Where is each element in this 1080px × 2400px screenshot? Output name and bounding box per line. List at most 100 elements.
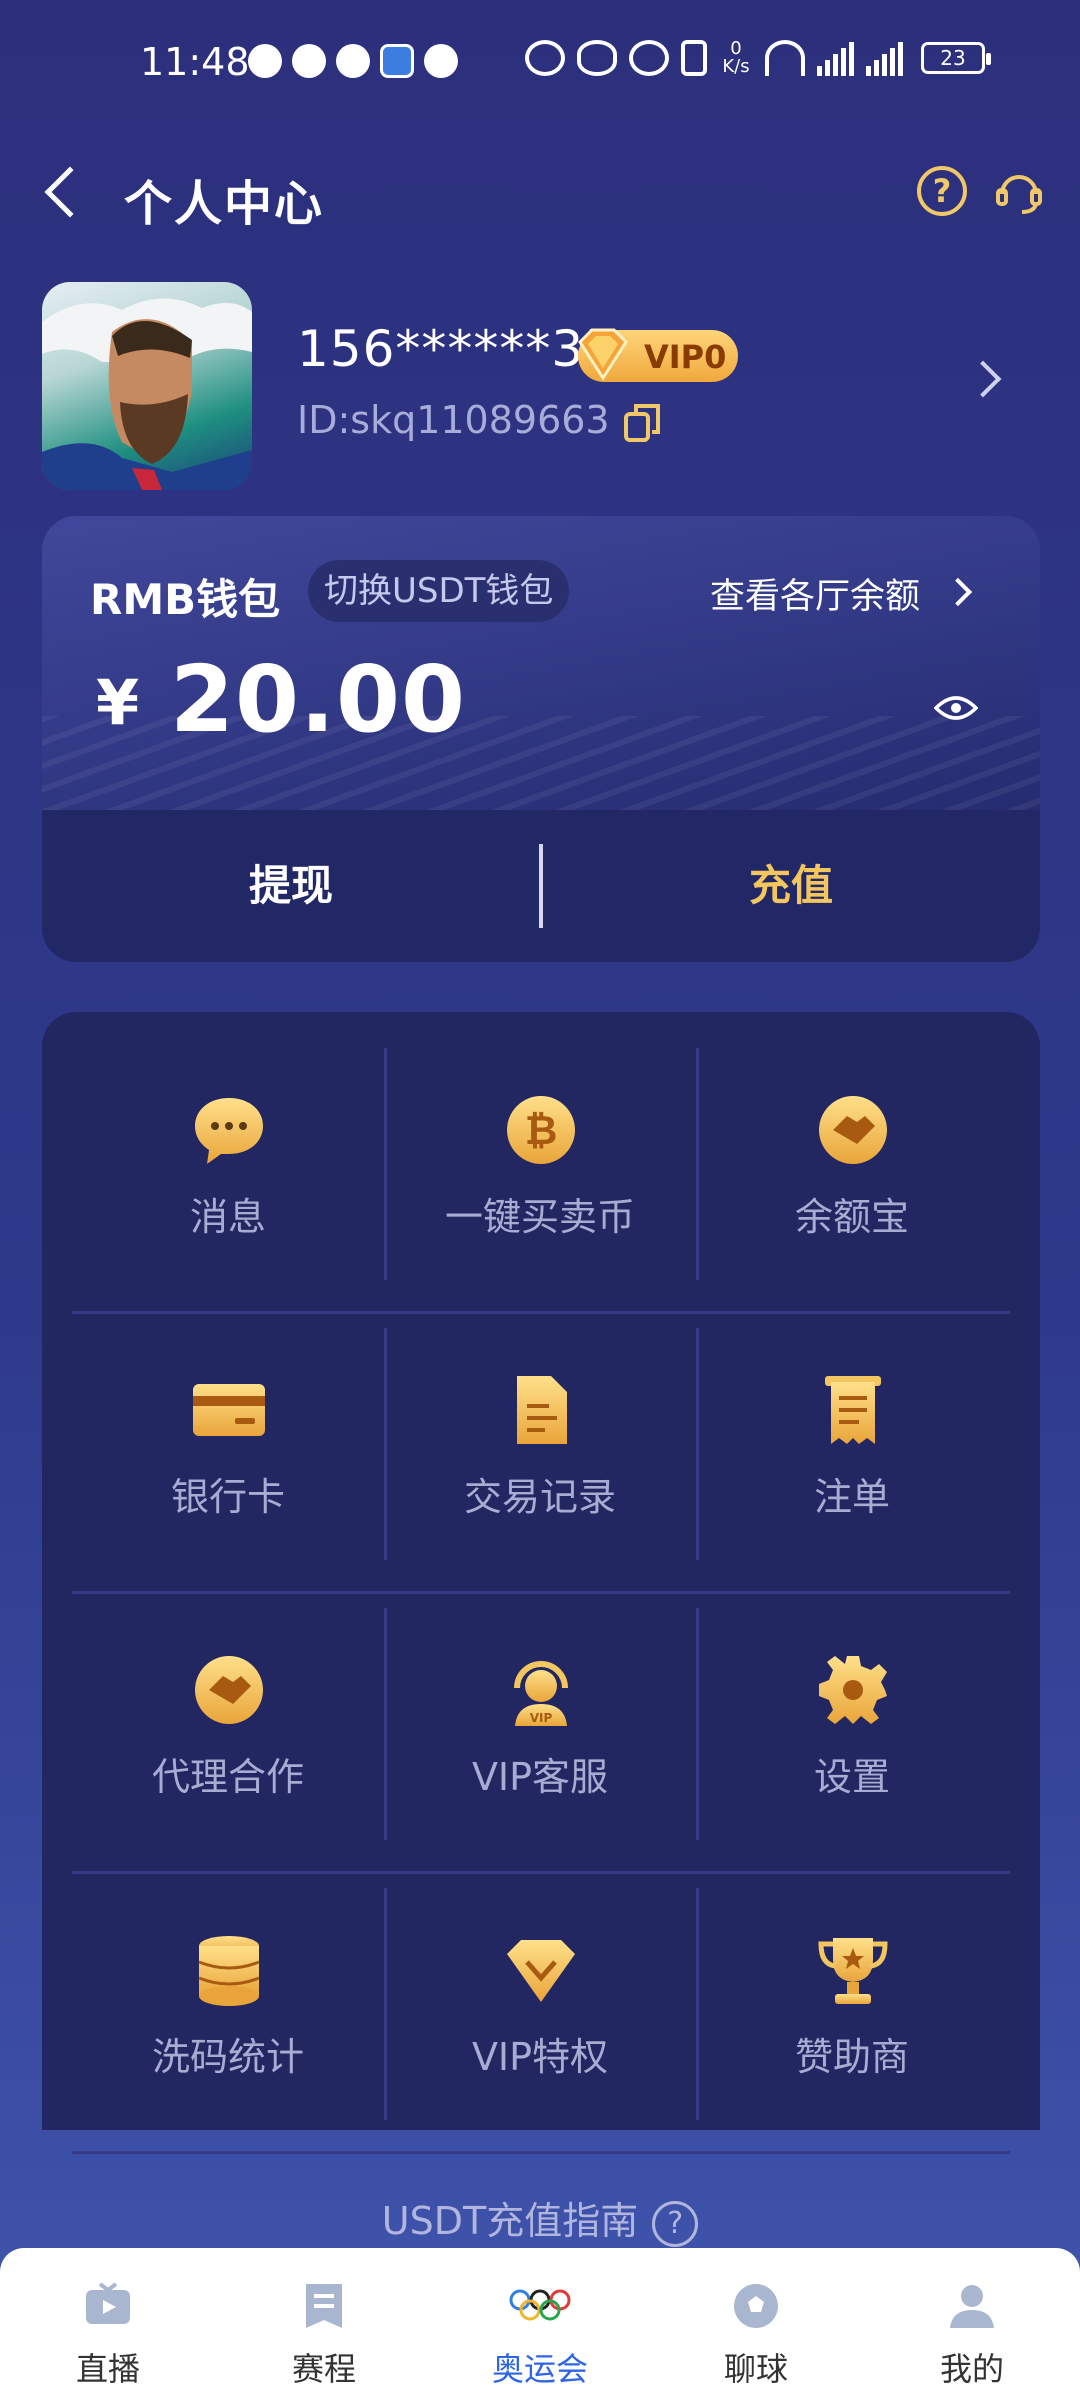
menu-label: VIP客服 [471,1755,609,1799]
nav-label: 聊球 [723,2350,788,2388]
receipt-icon [825,1376,881,1444]
menu-label: 设置 [813,1755,890,1799]
gear-icon [819,1656,887,1724]
nav-item-olympics[interactable]: 奥运会 [432,2248,648,2400]
nav-item-schedule[interactable]: 赛程 [216,2248,432,2400]
menu-card: 消息 ₿ 一键买卖币 余额宝 银行卡 交易记录 注单 代理合作 VIP VIP客… [42,1012,1040,2154]
svg-text:₿: ₿ [525,1108,558,1154]
wallet-balance: 20.00 [170,646,467,753]
handshake-icon [819,1096,887,1164]
nav-label: 赛程 [291,2350,356,2388]
menu-item-vip-support[interactable]: VIP VIP客服 [384,1594,696,1872]
coin-stack-icon [198,1936,260,2006]
chat-notification-icon [248,44,282,78]
wallet-card: RMB钱包 切换USDT钱包 查看各厅余额 ¥ 20.00 提现 充值 [42,516,1040,962]
signal-5g-icon [817,40,854,76]
nav-item-chat[interactable]: 聊球 [648,2248,864,2400]
menu-label: VIP特权 [471,2035,609,2079]
menu-item-bets[interactable]: 注单 [696,1314,1008,1592]
page-title: 个人中心 [124,176,325,232]
bank-card-icon [193,1384,265,1436]
menu-item-rebate-stats[interactable]: 洗码统计 [72,1874,384,2152]
schedule-icon [306,2284,342,2328]
help-circle-icon: ? [652,2200,699,2247]
menu-label: 交易记录 [463,1475,616,1519]
olympic-rings-icon [509,2289,571,2321]
nav-label: 奥运会 [491,2350,588,2388]
menu-item-trade-coin[interactable]: ₿ 一键买卖币 [384,1034,696,1312]
menu-label: 一键买卖币 [444,1195,635,1239]
bitcoin-icon: ₿ [507,1096,575,1164]
menu-label: 洗码统计 [151,2035,304,2079]
eye-status-icon [577,40,617,76]
profile-chevron-icon[interactable] [964,360,1002,398]
check-balances-link[interactable]: 查看各厅余额 [710,568,920,619]
switch-wallet-button[interactable]: 切换USDT钱包 [308,560,570,622]
nav-item-live[interactable]: 直播 [0,2248,216,2400]
diamond-icon [507,1940,575,2002]
menu-label: 代理合作 [151,1755,304,1799]
menu-item-sponsors[interactable]: 赞助商 [696,1874,1008,2152]
document-icon [517,1376,567,1444]
menu-row: 银行卡 交易记录 注单 [72,1314,1010,1594]
handshake-icon [195,1656,263,1724]
help-icon[interactable]: ? [917,166,967,216]
menu-item-bank-card[interactable]: 银行卡 [72,1314,384,1592]
withdraw-button[interactable]: 提现 [42,810,540,962]
avatar-illustration [42,298,252,490]
wifi-icon [765,40,805,76]
copy-icon[interactable] [622,402,662,444]
qq-notification-icon [336,44,370,78]
battery-icon: 23 [921,42,991,74]
nav-label: 直播 [75,2350,140,2388]
wallet-name: RMB钱包 [90,575,281,624]
eye-icon[interactable] [934,694,978,722]
nav-label: 我的 [939,2350,1004,2388]
vibrate-icon [681,40,707,76]
guide-label: USDT充值指南 [381,2199,639,2243]
wallet-balance-panel: RMB钱包 切换USDT钱包 查看各厅余额 ¥ 20.00 [42,516,1040,810]
browser-notification-icon [380,44,414,78]
svg-text:VIP: VIP [530,1711,553,1725]
nav-item-mine[interactable]: 我的 [864,2248,1080,2400]
net-speed: 0 K/s [722,38,750,77]
chevron-right-icon [943,577,973,607]
avatar[interactable] [42,282,252,490]
back-arrow-icon[interactable] [44,166,96,218]
vip-diamond-icon [578,328,628,381]
wechat-notification-icon-2 [424,44,458,78]
football-icon [734,2284,778,2328]
menu-item-vip-privileges[interactable]: VIP特权 [384,1874,696,2152]
wechat-notification-icon [292,44,326,78]
menu-label: 消息 [189,1195,266,1239]
signal-4g-icon [866,40,903,76]
customer-service-icon[interactable] [994,166,1044,216]
message-icon [195,1098,263,1164]
live-tv-icon [86,2282,130,2324]
vip-level: VIP0 [644,338,727,376]
speedometer-icon [525,40,565,76]
menu-label: 余额宝 [794,1195,909,1239]
currency-symbol: ¥ [96,666,140,739]
status-bar: 11:48 0 K/s 23 [0,0,1080,130]
menu-item-transactions[interactable]: 交易记录 [384,1314,696,1592]
menu-grid: 消息 ₿ 一键买卖币 余额宝 银行卡 交易记录 注单 代理合作 VIP VIP客… [72,1034,1010,2154]
vip-badge[interactable]: VIP0 [578,328,738,382]
menu-label: 注单 [813,1475,890,1519]
bottom-nav: 直播 赛程 奥运会 聊球 我的 [0,2248,1080,2400]
menu-item-yuebao[interactable]: 余额宝 [696,1034,1008,1312]
vip-support-icon: VIP [514,1661,568,1726]
menu-label: 赞助商 [794,2035,909,2079]
system-icons: 0 K/s 23 [525,38,991,77]
menu-item-agency[interactable]: 代理合作 [72,1594,384,1872]
menu-item-messages[interactable]: 消息 [72,1034,384,1312]
recharge-button[interactable]: 充值 [542,810,1040,962]
trophy-icon [818,1938,888,2004]
menu-row: 代理合作 VIP VIP客服 设置 [72,1594,1010,1874]
page-header: 个人中心 ? [0,150,1080,240]
menu-item-settings[interactable]: 设置 [696,1594,1008,1872]
menu-row: 消息 ₿ 一键买卖币 余额宝 [72,1034,1010,1314]
user-id: ID:skq11089663 [297,398,610,442]
user-phone: 156******35 [297,320,618,378]
usdt-guide-link[interactable]: USDT充值指南? [0,2190,1080,2247]
